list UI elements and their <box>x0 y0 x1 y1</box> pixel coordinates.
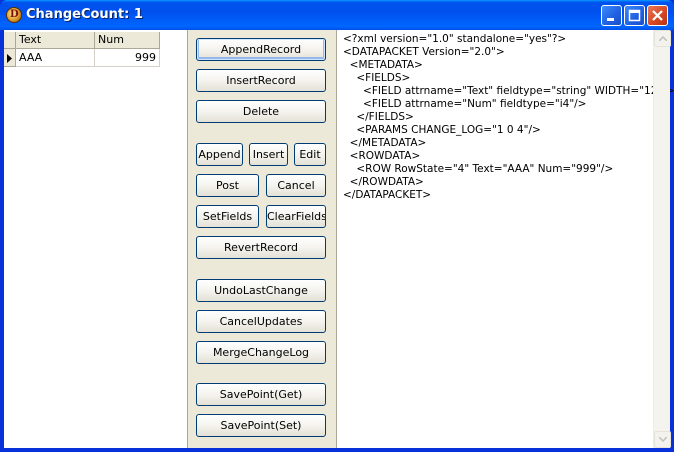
edit-button[interactable]: Edit <box>294 143 326 166</box>
memo-line: <ROW RowState="4" Text="AAA" Num="999"/> <box>343 163 614 175</box>
memo-line: </DATAPACKET> <box>343 189 432 201</box>
minimize-button[interactable] <box>601 5 622 26</box>
clear-fields-button[interactable]: ClearFields <box>266 205 326 228</box>
append-record-button[interactable]: AppendRecord <box>196 38 326 61</box>
maximize-icon <box>628 9 641 22</box>
memo-line: <FIELD attrname="Num" fieldtype="i4"/> <box>343 98 587 110</box>
chevron-up-icon <box>659 36 667 41</box>
memo-line: <PARAMS CHANGE_LOG="1 0 4"/> <box>343 124 541 136</box>
post-button[interactable]: Post <box>196 174 259 197</box>
memo-line: </METADATA> <box>343 137 427 149</box>
insert-button[interactable]: Insert <box>249 143 288 166</box>
window-title: ChangeCount: 1 <box>26 7 143 22</box>
memo-line: <FIELDS> <box>343 72 411 84</box>
client-area: Text Num AAA 999 AppendRecord InsertReco… <box>4 30 674 448</box>
current-row-arrow-icon <box>7 54 12 63</box>
delete-button[interactable]: Delete <box>196 100 326 123</box>
save-point-set-button[interactable]: SavePoint(Set) <box>196 414 326 437</box>
data-grid[interactable]: Text Num AAA 999 <box>4 30 188 448</box>
scroll-up-button[interactable] <box>654 30 671 47</box>
column-header-num[interactable]: Num <box>95 32 160 49</box>
append-button[interactable]: Append <box>196 143 243 166</box>
chevron-down-icon <box>659 437 667 442</box>
app-icon[interactable]: D <box>6 7 22 23</box>
memo-line: <FIELD attrname="Text" fieldtype="string… <box>343 85 674 97</box>
merge-change-log-button[interactable]: MergeChangeLog <box>196 341 326 364</box>
cell-text[interactable]: AAA <box>16 49 95 67</box>
save-point-get-button[interactable]: SavePoint(Get) <box>196 383 326 406</box>
memo-line: <?xml version="1.0" standalone="yes"?> <box>343 33 567 45</box>
minimize-icon <box>607 18 614 21</box>
title-bar[interactable]: D ChangeCount: 1 <box>0 0 674 30</box>
grid-header-indicator <box>4 32 16 49</box>
close-button[interactable] <box>647 5 668 26</box>
memo-line: <METADATA> <box>343 59 423 71</box>
row-indicator <box>4 49 16 67</box>
maximize-button[interactable] <box>624 5 645 26</box>
memo-line: <DATAPACKET Version="2.0"> <box>343 46 505 58</box>
grid-header: Text Num <box>4 32 160 49</box>
scroll-down-button[interactable] <box>654 431 671 448</box>
set-fields-button[interactable]: SetFields <box>196 205 259 228</box>
column-header-text[interactable]: Text <box>16 32 95 49</box>
cell-num[interactable]: 999 <box>95 49 160 67</box>
memo-line: </FIELDS> <box>343 111 414 123</box>
insert-record-button[interactable]: InsertRecord <box>196 69 326 92</box>
revert-record-button[interactable]: RevertRecord <box>196 236 326 259</box>
table-row[interactable]: AAA 999 <box>4 49 160 67</box>
app-window: D ChangeCount: 1 Text Num AAA 999 Append… <box>0 0 674 452</box>
close-icon <box>652 10 663 21</box>
cancel-button[interactable]: Cancel <box>266 174 326 197</box>
xml-memo[interactable]: <?xml version="1.0" standalone="yes"?> <… <box>336 30 674 448</box>
memo-vertical-scrollbar[interactable] <box>653 30 671 448</box>
memo-line: <ROWDATA> <box>343 150 421 162</box>
undo-last-change-button[interactable]: UndoLastChange <box>196 279 326 302</box>
cancel-updates-button[interactable]: CancelUpdates <box>196 310 326 333</box>
memo-line: </ROWDATA> <box>343 176 424 188</box>
